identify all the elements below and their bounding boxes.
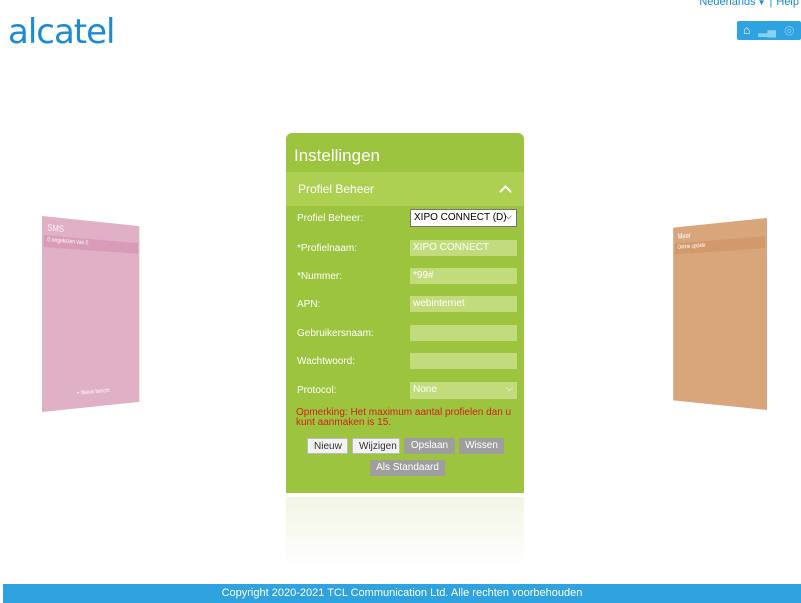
caret-down-icon: ▼ (757, 0, 766, 7)
edit-button[interactable]: Wijzigen (352, 438, 400, 454)
signal-icon: ▂▄ (758, 23, 776, 37)
profile-select[interactable]: XIPO CONNECT (D) ⌵ (410, 209, 517, 227)
protocol-select[interactable]: None ⌵ (410, 382, 517, 399)
field-label: Protocol: (297, 385, 337, 396)
sms-tile[interactable]: SMS 0 ongelezen van 0 + Nieuw bericht (42, 216, 140, 412)
number-row: *Nummer: *99# (286, 268, 524, 286)
protocol-row: Protocol: None ⌵ (286, 382, 524, 400)
profile-limit-note: Opmerking: Het maximum aantal profielen … (296, 407, 512, 428)
home-icon[interactable]: ⌂ (743, 21, 750, 40)
globe-icon: ◎ (783, 23, 795, 37)
set-default-button[interactable]: Als Standaard (370, 460, 445, 476)
username-row: Gebruikersnaam: (286, 325, 524, 343)
divider: | (769, 0, 773, 8)
profile-row: Profiel Beheer: XIPO CONNECT (D) ⌵ (286, 209, 524, 228)
action-buttons: Nieuw Wijzigen Opslaan Wissen (307, 438, 504, 454)
save-button[interactable]: Opslaan (404, 438, 455, 454)
field-label: *Profielnaam: (297, 243, 358, 254)
card-title: Instellingen (294, 146, 381, 165)
field-label: Profiel Beheer: (297, 213, 364, 224)
profile-section-header[interactable]: Profiel Beheer (286, 172, 524, 206)
status-bar: ⌂ ▂▄ ◎ (737, 21, 801, 40)
footer-copyright: Copyright 2020-2021 TCL Communication Lt… (3, 584, 801, 603)
card-reflection (286, 497, 524, 567)
field-label: APN: (297, 299, 321, 310)
settings-card: Instellingen Profiel Beheer Profiel Behe… (286, 133, 524, 493)
new-message-link[interactable]: + Nieuw bericht (42, 386, 139, 400)
top-links: Nederlands ▼ | Help (699, 0, 799, 8)
language-select[interactable]: Nederlands ▼ (699, 0, 765, 8)
profilename-row: *Profielnaam: XIPO CONNECT (286, 240, 524, 258)
chevron-down-icon: ⌵ (506, 383, 513, 393)
password-input[interactable] (410, 353, 517, 369)
number-input[interactable]: *99# (410, 268, 517, 284)
help-link[interactable]: Help (776, 0, 799, 8)
more-tile[interactable]: Meer Online update (673, 218, 767, 410)
apn-row: APN: webinternet (286, 296, 524, 314)
delete-button[interactable]: Wissen (459, 438, 504, 454)
password-row: Wachtwoord: (286, 353, 524, 371)
chevron-down-icon: ⌵ (505, 211, 512, 221)
profilename-input[interactable]: XIPO CONNECT (410, 240, 517, 256)
field-label: *Nummer: (297, 271, 343, 282)
apn-input[interactable]: webinternet (410, 296, 517, 312)
field-label: Gebruikersnaam: (297, 328, 374, 339)
new-button[interactable]: Nieuw (307, 438, 348, 454)
alcatel-logo: alcatel (8, 12, 116, 52)
section-title: Profiel Beheer (298, 182, 375, 196)
chevron-up-icon[interactable] (499, 184, 512, 198)
field-label: Wachtwoord: (297, 356, 355, 367)
username-input[interactable] (410, 325, 517, 341)
